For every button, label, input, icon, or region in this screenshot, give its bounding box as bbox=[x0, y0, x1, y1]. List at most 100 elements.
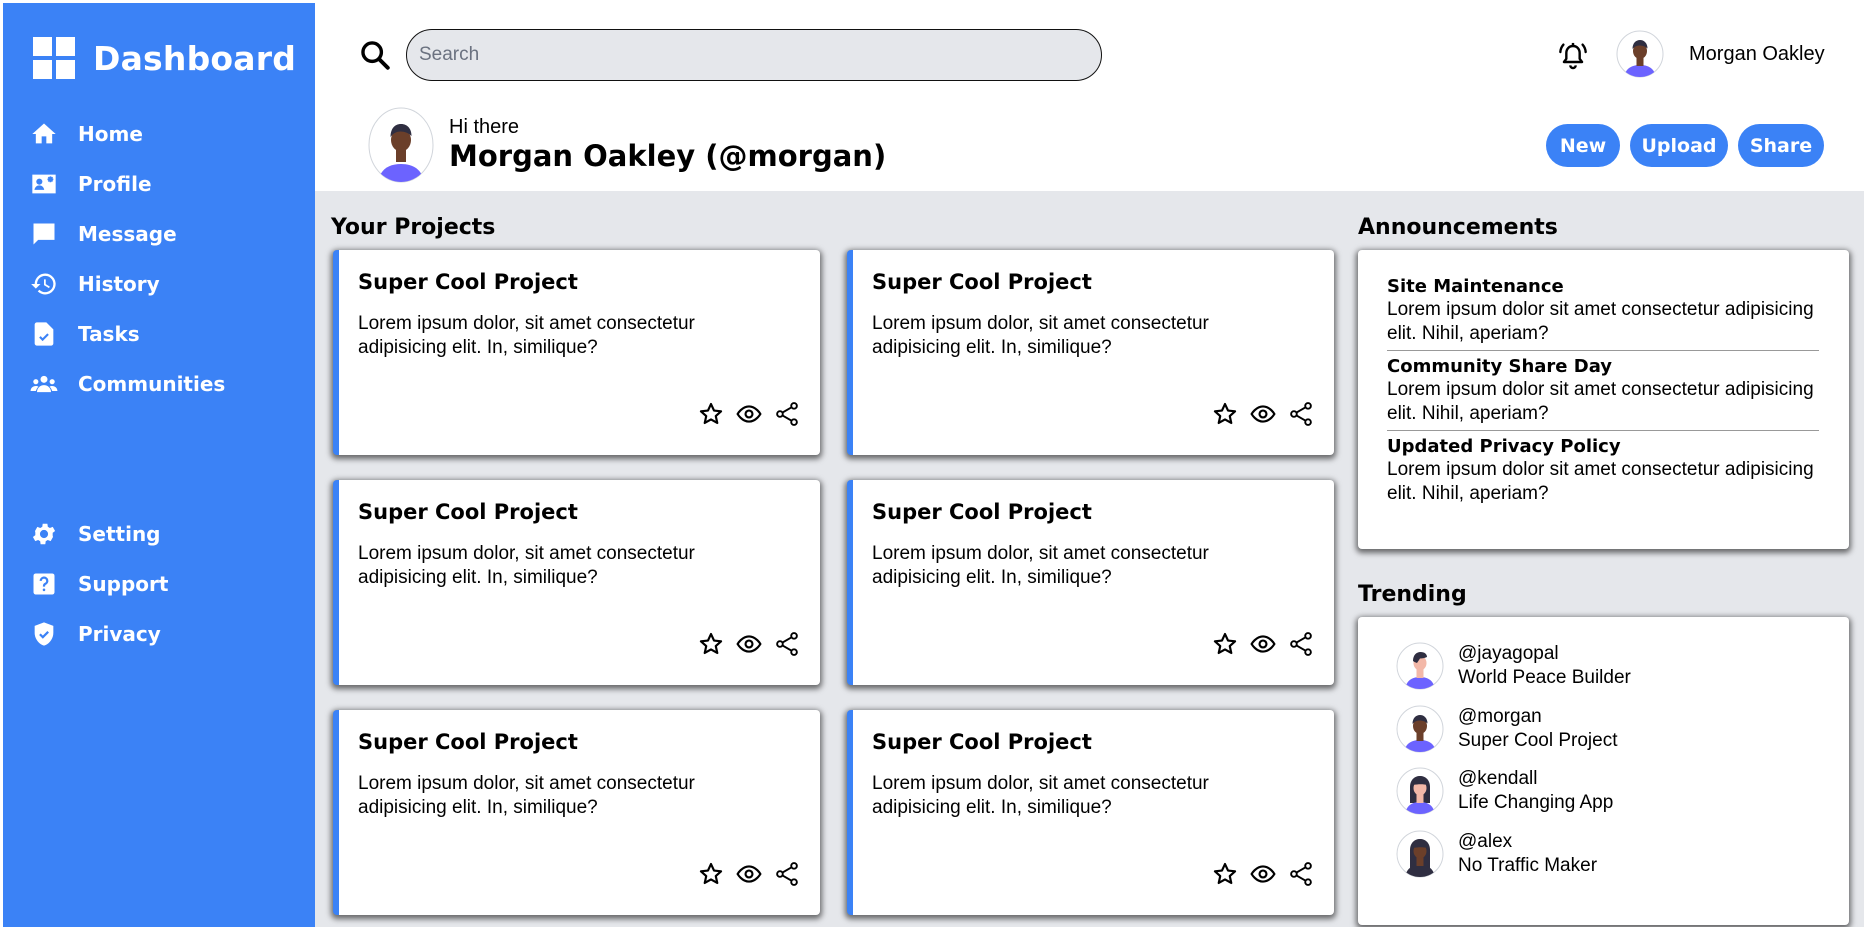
star-icon[interactable] bbox=[1212, 401, 1238, 427]
sidebar-item-tasks[interactable]: Tasks bbox=[29, 309, 225, 359]
trending-text: @kendall Life Changing App bbox=[1458, 767, 1613, 815]
sidebar-nav-bottom: Setting Support Privacy bbox=[29, 509, 168, 659]
sidebar-item-label: Home bbox=[78, 122, 143, 146]
header: Morgan Oakley Hi there Morgan Oakley (@m… bbox=[315, 3, 1864, 191]
project-description: Lorem ipsum dolor, sit amet consectetur … bbox=[872, 543, 1209, 588]
project-title: Super Cool Project bbox=[358, 500, 578, 524]
avatar bbox=[1396, 705, 1444, 753]
sidebar-item-message[interactable]: Message bbox=[29, 209, 225, 259]
history-icon bbox=[29, 269, 59, 299]
trending-item[interactable]: @kendall Life Changing App bbox=[1396, 767, 1613, 815]
sidebar-item-history[interactable]: History bbox=[29, 259, 225, 309]
tasks-icon bbox=[29, 319, 59, 349]
eye-icon[interactable] bbox=[1250, 861, 1276, 887]
trending-text: @jayagopal World Peace Builder bbox=[1458, 642, 1631, 690]
user-avatar[interactable] bbox=[1616, 30, 1664, 78]
sidebar-item-communities[interactable]: Communities bbox=[29, 359, 225, 409]
sidebar-item-label: Communities bbox=[78, 372, 226, 396]
share-icon[interactable] bbox=[1288, 631, 1314, 657]
eye-icon[interactable] bbox=[1250, 401, 1276, 427]
project-actions bbox=[1212, 631, 1314, 657]
sidebar-item-setting[interactable]: Setting bbox=[29, 509, 168, 559]
share-icon[interactable] bbox=[1288, 401, 1314, 427]
search-input[interactable] bbox=[406, 29, 1102, 81]
announcements-panel: Site Maintenance Lorem ipsum dolor sit a… bbox=[1358, 250, 1849, 549]
project-title: Super Cool Project bbox=[358, 270, 578, 294]
bell-icon[interactable] bbox=[1557, 39, 1589, 73]
star-icon[interactable] bbox=[1212, 861, 1238, 887]
project-card[interactable]: Super Cool Project Lorem ipsum dolor, si… bbox=[333, 250, 820, 455]
eye-icon[interactable] bbox=[736, 861, 762, 887]
share-button[interactable]: Share bbox=[1738, 124, 1824, 167]
communities-icon bbox=[29, 369, 59, 399]
share-icon[interactable] bbox=[774, 861, 800, 887]
star-icon[interactable] bbox=[698, 861, 724, 887]
profile-card-icon bbox=[29, 169, 59, 199]
projects-heading: Your Projects bbox=[331, 215, 496, 240]
trending-item[interactable]: @jayagopal World Peace Builder bbox=[1396, 642, 1631, 690]
sidebar-item-privacy[interactable]: Privacy bbox=[29, 609, 168, 659]
announcement-item[interactable]: Updated Privacy Policy Lorem ipsum dolor… bbox=[1387, 431, 1819, 510]
sidebar-item-label: Profile bbox=[78, 172, 152, 196]
eye-icon[interactable] bbox=[1250, 631, 1276, 657]
project-card[interactable]: Super Cool Project Lorem ipsum dolor, si… bbox=[847, 710, 1334, 915]
project-title: Super Cool Project bbox=[358, 730, 578, 754]
star-icon[interactable] bbox=[698, 401, 724, 427]
trending-project: World Peace Builder bbox=[1458, 667, 1631, 688]
page-title: Morgan Oakley (@morgan) bbox=[449, 139, 887, 173]
announcement-body: Lorem ipsum dolor sit amet consectetur a… bbox=[1387, 459, 1814, 504]
share-icon[interactable] bbox=[1288, 861, 1314, 887]
star-icon[interactable] bbox=[698, 631, 724, 657]
trending-panel: @jayagopal World Peace Builder @morgan S… bbox=[1358, 617, 1849, 925]
project-card[interactable]: Super Cool Project Lorem ipsum dolor, si… bbox=[847, 480, 1334, 685]
sidebar-item-label: History bbox=[78, 272, 160, 296]
trending-heading: Trending bbox=[1358, 582, 1467, 607]
project-title: Super Cool Project bbox=[872, 270, 1092, 294]
sidebar-item-label: Message bbox=[78, 222, 177, 246]
trending-handle: @morgan bbox=[1458, 706, 1542, 727]
main-content: Your Projects Super Cool Project Lorem i… bbox=[315, 191, 1864, 927]
greeting-text: Hi there bbox=[449, 116, 520, 138]
trending-project: Life Changing App bbox=[1458, 792, 1614, 813]
trending-project: No Traffic Maker bbox=[1458, 855, 1598, 876]
project-actions bbox=[698, 631, 800, 657]
announcement-body: Lorem ipsum dolor sit amet consectetur a… bbox=[1387, 379, 1814, 424]
home-icon bbox=[29, 119, 59, 149]
sidebar-item-support[interactable]: Support bbox=[29, 559, 168, 609]
brand[interactable]: Dashboard bbox=[33, 37, 296, 79]
project-title: Super Cool Project bbox=[872, 500, 1092, 524]
project-card[interactable]: Super Cool Project Lorem ipsum dolor, si… bbox=[333, 480, 820, 685]
announcement-item[interactable]: Community Share Day Lorem ipsum dolor si… bbox=[1387, 351, 1819, 431]
project-description: Lorem ipsum dolor, sit amet consectetur … bbox=[358, 773, 695, 818]
search-icon[interactable] bbox=[358, 38, 392, 72]
announcement-title: Site Maintenance bbox=[1387, 276, 1564, 297]
star-icon[interactable] bbox=[1212, 631, 1238, 657]
share-icon[interactable] bbox=[774, 401, 800, 427]
sidebar-item-label: Support bbox=[78, 572, 169, 596]
announcements-heading: Announcements bbox=[1358, 215, 1558, 240]
sidebar: Dashboard Home Profile Message History T… bbox=[3, 3, 315, 927]
trending-item[interactable]: @alex No Traffic Maker bbox=[1396, 830, 1597, 878]
project-description: Lorem ipsum dolor, sit amet consectetur … bbox=[358, 313, 695, 358]
trending-project: Super Cool Project bbox=[1458, 730, 1618, 751]
project-card[interactable]: Super Cool Project Lorem ipsum dolor, si… bbox=[333, 710, 820, 915]
dashboard-grid-icon bbox=[33, 37, 75, 79]
project-actions bbox=[698, 861, 800, 887]
new-button[interactable]: New bbox=[1546, 124, 1620, 167]
eye-icon[interactable] bbox=[736, 631, 762, 657]
announcement-item[interactable]: Site Maintenance Lorem ipsum dolor sit a… bbox=[1387, 271, 1819, 351]
announcement-title: Community Share Day bbox=[1387, 356, 1613, 377]
message-icon bbox=[29, 219, 59, 249]
header-username[interactable]: Morgan Oakley bbox=[1689, 43, 1825, 66]
sidebar-item-profile[interactable]: Profile bbox=[29, 159, 225, 209]
avatar bbox=[1396, 642, 1444, 690]
trending-item[interactable]: @morgan Super Cool Project bbox=[1396, 705, 1617, 753]
eye-icon[interactable] bbox=[736, 401, 762, 427]
trending-text: @morgan Super Cool Project bbox=[1458, 705, 1617, 753]
share-icon[interactable] bbox=[774, 631, 800, 657]
project-description: Lorem ipsum dolor, sit amet consectetur … bbox=[358, 543, 695, 588]
upload-button[interactable]: Upload bbox=[1630, 124, 1728, 167]
project-card[interactable]: Super Cool Project Lorem ipsum dolor, si… bbox=[847, 250, 1334, 455]
sidebar-item-home[interactable]: Home bbox=[29, 109, 225, 159]
project-actions bbox=[1212, 861, 1314, 887]
